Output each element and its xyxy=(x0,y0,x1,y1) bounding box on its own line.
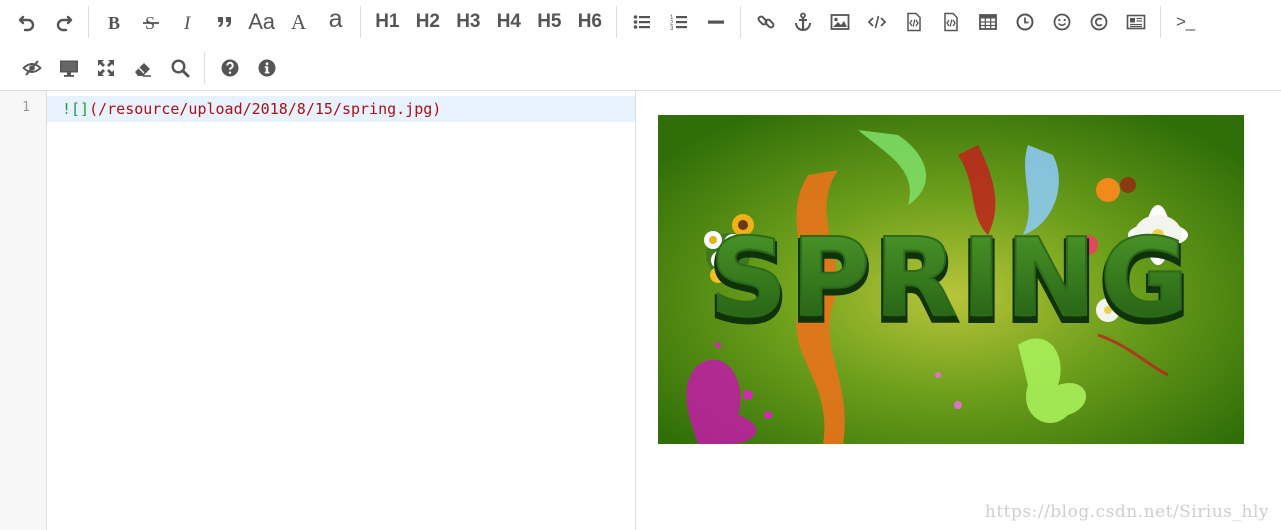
ucfirst-button[interactable]: A xyxy=(280,4,317,40)
toggle-preview-button[interactable] xyxy=(13,50,50,86)
svg-text:I: I xyxy=(183,13,192,32)
line-number-gutter: 1 xyxy=(0,91,47,530)
line-number: 1 xyxy=(22,100,30,115)
active-code-line[interactable]: ![](/resource/upload/2018/8/15/spring.jp… xyxy=(47,96,635,122)
terminal-label: >_ xyxy=(1176,12,1195,31)
arrows-alt-icon xyxy=(97,60,114,76)
heading-1-button[interactable]: H1 xyxy=(367,4,408,40)
code-block-button[interactable] xyxy=(932,4,969,40)
toolbar-separator xyxy=(360,6,361,38)
watch-preview-button[interactable] xyxy=(50,50,87,86)
quote-icon xyxy=(217,17,231,27)
emoji-button[interactable] xyxy=(1043,4,1080,40)
table-icon xyxy=(978,14,997,30)
html-entities-button[interactable] xyxy=(1080,4,1117,40)
heading-4-label: H4 xyxy=(496,11,521,32)
heading-5-label: H5 xyxy=(537,11,562,32)
file-code-block-icon xyxy=(943,12,958,32)
desktop-icon xyxy=(59,60,78,77)
spring-image: SPRING SPRING xyxy=(658,115,1244,444)
editor-toolbar: B S I Aa A a H1 H2 H3 H4 H5 H6 123 xyxy=(0,0,1281,91)
heading-6-button[interactable]: H6 xyxy=(570,4,611,40)
image-url-token: (/resource/upload/2018/8/15/spring.jpg) xyxy=(89,100,442,118)
clock-icon xyxy=(1016,13,1033,31)
spring-image-art: SPRING SPRING xyxy=(658,115,1244,444)
redo-button[interactable] xyxy=(45,4,82,40)
code-icon xyxy=(867,15,886,29)
heading-3-label: H3 xyxy=(456,11,481,32)
undo-icon xyxy=(18,15,34,32)
question-circle-icon xyxy=(221,59,238,77)
preformatted-text-button[interactable] xyxy=(895,4,932,40)
italic-button[interactable]: I xyxy=(169,4,206,40)
strikethrough-button[interactable]: S xyxy=(132,4,169,40)
ucfirst-label: A xyxy=(291,9,306,34)
svg-text:3: 3 xyxy=(670,26,674,32)
minus-icon xyxy=(707,20,724,24)
uppercase-button[interactable]: Aa xyxy=(243,4,280,40)
svg-text:B: B xyxy=(108,13,120,32)
uppercase-label: Aa xyxy=(248,9,275,34)
image-syntax-token: ![] xyxy=(62,100,90,118)
redo-icon xyxy=(56,15,72,32)
heading-4-button[interactable]: H4 xyxy=(489,4,530,40)
anchor-icon xyxy=(794,12,811,32)
watermark-url: https://blog.csdn.net/Sirius_hly xyxy=(984,502,1269,522)
toolbar-row-1: B S I Aa A a H1 H2 H3 H4 H5 H6 123 xyxy=(8,0,1204,44)
eraser-icon xyxy=(134,63,151,77)
markdown-editor[interactable]: 1 ![](/resource/upload/2018/8/15/spring.… xyxy=(0,91,636,530)
heading-5-button[interactable]: H5 xyxy=(529,4,570,40)
unordered-list-button[interactable] xyxy=(623,4,660,40)
list-ul-icon xyxy=(633,15,650,29)
heading-1-label: H1 xyxy=(375,11,400,32)
smile-icon xyxy=(1053,13,1070,31)
search-icon xyxy=(170,59,189,78)
quote-button[interactable] xyxy=(206,4,243,40)
copyright-icon xyxy=(1090,13,1107,31)
ordered-list-button[interactable]: 123 xyxy=(660,4,697,40)
toolbar-separator xyxy=(1160,6,1161,38)
spring-title: SPRING xyxy=(709,216,1192,341)
datetime-button[interactable] xyxy=(1006,4,1043,40)
heading-3-button[interactable]: H3 xyxy=(448,4,489,40)
horizontal-rule-button[interactable] xyxy=(697,4,734,40)
table-button[interactable] xyxy=(969,4,1006,40)
toolbar-separator xyxy=(740,6,741,38)
lowercase-label: a xyxy=(328,4,343,33)
bold-icon: B xyxy=(108,13,120,32)
anchor-button[interactable] xyxy=(784,4,821,40)
toolbar-separator xyxy=(88,6,89,38)
bold-button[interactable]: B xyxy=(95,4,132,40)
image-button[interactable] xyxy=(821,4,858,40)
search-button[interactable] xyxy=(161,50,198,86)
link-icon xyxy=(757,15,774,29)
info-circle-icon xyxy=(258,59,275,77)
info-button[interactable] xyxy=(248,50,285,86)
image-icon xyxy=(830,14,849,30)
eye-slash-icon xyxy=(21,60,42,76)
code-button[interactable] xyxy=(858,4,895,40)
pagebreak-button[interactable] xyxy=(1117,4,1154,40)
lowercase-button[interactable]: a xyxy=(317,4,354,40)
link-button[interactable] xyxy=(747,4,784,40)
toolbar-separator xyxy=(616,6,617,38)
clear-button[interactable] xyxy=(124,50,161,86)
toolbar-row-2 xyxy=(13,46,285,90)
toolbar-separator xyxy=(204,52,205,84)
undo-button[interactable] xyxy=(8,4,45,40)
terminal-button[interactable]: >_ xyxy=(1167,4,1204,40)
markdown-preview: SPRING SPRING https://blog.csdn.net/Siri… xyxy=(637,91,1281,530)
file-code-icon xyxy=(906,12,921,32)
heading-2-button[interactable]: H2 xyxy=(408,4,449,40)
heading-2-label: H2 xyxy=(415,11,440,32)
italic-icon: I xyxy=(183,13,192,32)
strikethrough-icon: S xyxy=(142,13,159,32)
heading-6-label: H6 xyxy=(577,11,602,32)
list-ol-icon: 123 xyxy=(670,15,687,32)
newspaper-icon xyxy=(1126,14,1145,30)
fullscreen-button[interactable] xyxy=(87,50,124,86)
help-button[interactable] xyxy=(211,50,248,86)
